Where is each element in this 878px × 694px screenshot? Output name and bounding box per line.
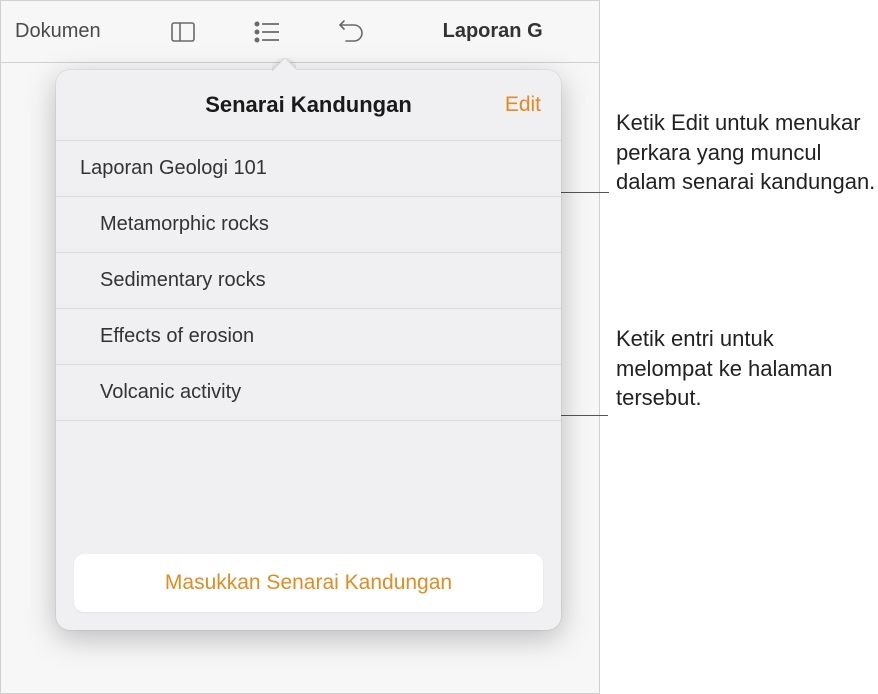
undo-icon[interactable] — [329, 10, 373, 54]
toc-icon[interactable] — [245, 10, 289, 54]
toc-item[interactable]: Sedimentary rocks — [56, 253, 561, 309]
documents-back-button[interactable]: Dokumen — [15, 20, 101, 43]
popover-title: Senarai Kandungan — [205, 92, 412, 118]
edit-button[interactable]: Edit — [505, 93, 541, 117]
toc-list: Laporan Geologi 101 Metamorphic rocks Se… — [56, 140, 561, 536]
popover-footer: Masukkan Senarai Kandungan — [56, 536, 561, 630]
toolbar: Dokumen Laporan G — [1, 1, 599, 63]
toc-item[interactable]: Effects of erosion — [56, 309, 561, 365]
toc-popover: Senarai Kandungan Edit Laporan Geologi 1… — [56, 70, 561, 630]
panel-icon[interactable] — [161, 10, 205, 54]
toc-item[interactable]: Volcanic activity — [56, 365, 561, 421]
callout-text: Ketik Edit untuk menukar perkara yang mu… — [616, 108, 876, 197]
insert-toc-button[interactable]: Masukkan Senarai Kandungan — [74, 554, 543, 612]
callout-text: Ketik entri untuk melompat ke halaman te… — [616, 324, 866, 413]
document-title: Laporan G — [443, 20, 543, 43]
toc-item[interactable]: Laporan Geologi 101 — [56, 140, 561, 197]
popover-header: Senarai Kandungan Edit — [56, 70, 561, 140]
toc-item[interactable]: Metamorphic rocks — [56, 197, 561, 253]
